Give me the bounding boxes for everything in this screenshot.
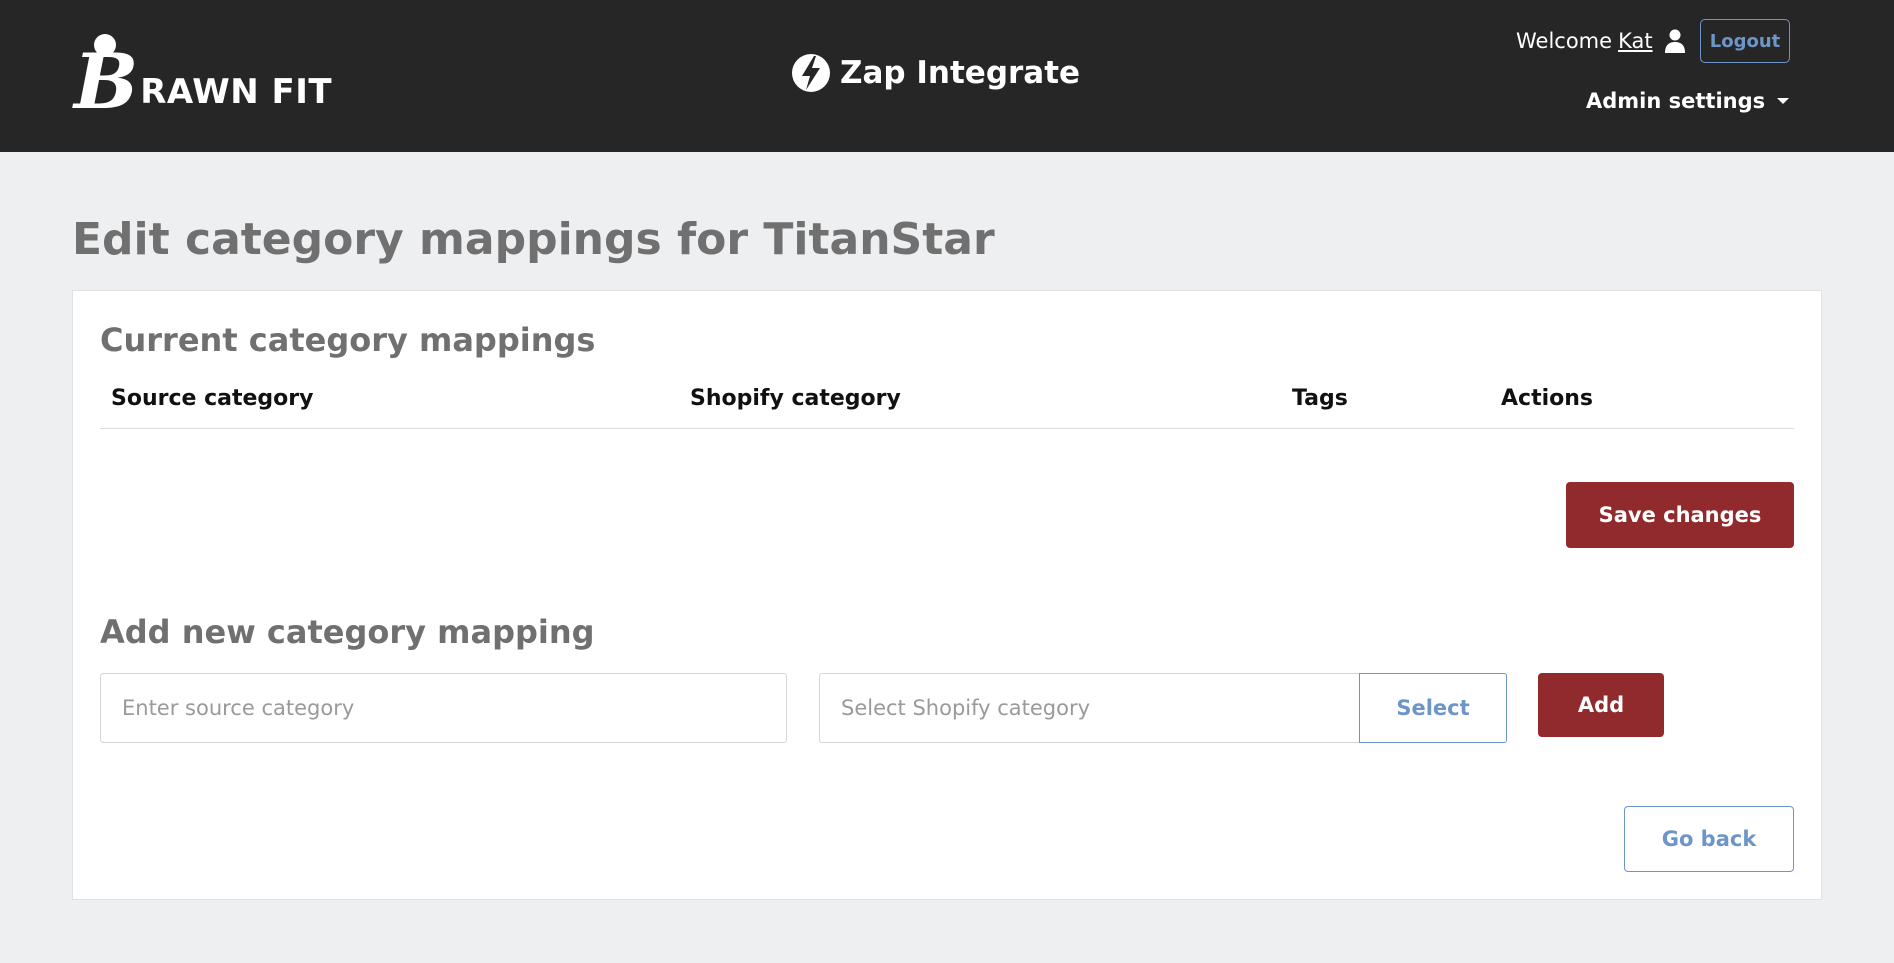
- lightning-bolt-icon: [792, 54, 830, 92]
- shopify-category-input[interactable]: Select Shopify category: [819, 673, 1360, 743]
- logout-button[interactable]: Logout: [1700, 19, 1790, 63]
- mappings-table-header: Source category Shopify category Tags Ac…: [100, 383, 1794, 429]
- save-changes-button[interactable]: Save changes: [1566, 482, 1794, 548]
- column-actions: Actions: [1501, 386, 1593, 411]
- username-link[interactable]: Kat: [1618, 29, 1653, 53]
- brand-letter: B: [74, 37, 139, 126]
- welcome-message: Welcome Kat: [1516, 26, 1685, 56]
- add-mapping-title: Add new category mapping: [100, 613, 595, 651]
- welcome-label: Welcome: [1516, 29, 1613, 53]
- top-navbar: B RAWN FIT Zap Integrate Welcome Kat Log…: [0, 0, 1894, 152]
- go-back-button[interactable]: Go back: [1624, 806, 1794, 872]
- caret-down-icon: [1777, 98, 1790, 104]
- admin-settings-dropdown[interactable]: Admin settings: [1586, 86, 1790, 116]
- column-source-category: Source category: [111, 386, 314, 411]
- user-icon: [1664, 29, 1685, 53]
- app-title: Zap Integrate: [790, 48, 1080, 98]
- add-mapping-button[interactable]: Add: [1538, 673, 1664, 737]
- brand-logo[interactable]: B RAWN FIT: [74, 34, 333, 126]
- source-category-input[interactable]: Enter source category: [100, 673, 787, 743]
- brand-name: RAWN FIT: [140, 72, 333, 112]
- mappings-card: Current category mappings Source categor…: [72, 290, 1822, 900]
- select-shopify-category-button[interactable]: Select: [1359, 673, 1507, 743]
- current-mappings-title: Current category mappings: [100, 321, 596, 359]
- page-title: Edit category mappings for TitanStar: [72, 214, 995, 265]
- column-shopify-category: Shopify category: [690, 386, 901, 411]
- logo-figure-icon: [94, 34, 116, 56]
- app-title-text: Zap Integrate: [840, 55, 1081, 91]
- column-tags: Tags: [1292, 386, 1348, 411]
- admin-settings-label: Admin settings: [1586, 89, 1766, 113]
